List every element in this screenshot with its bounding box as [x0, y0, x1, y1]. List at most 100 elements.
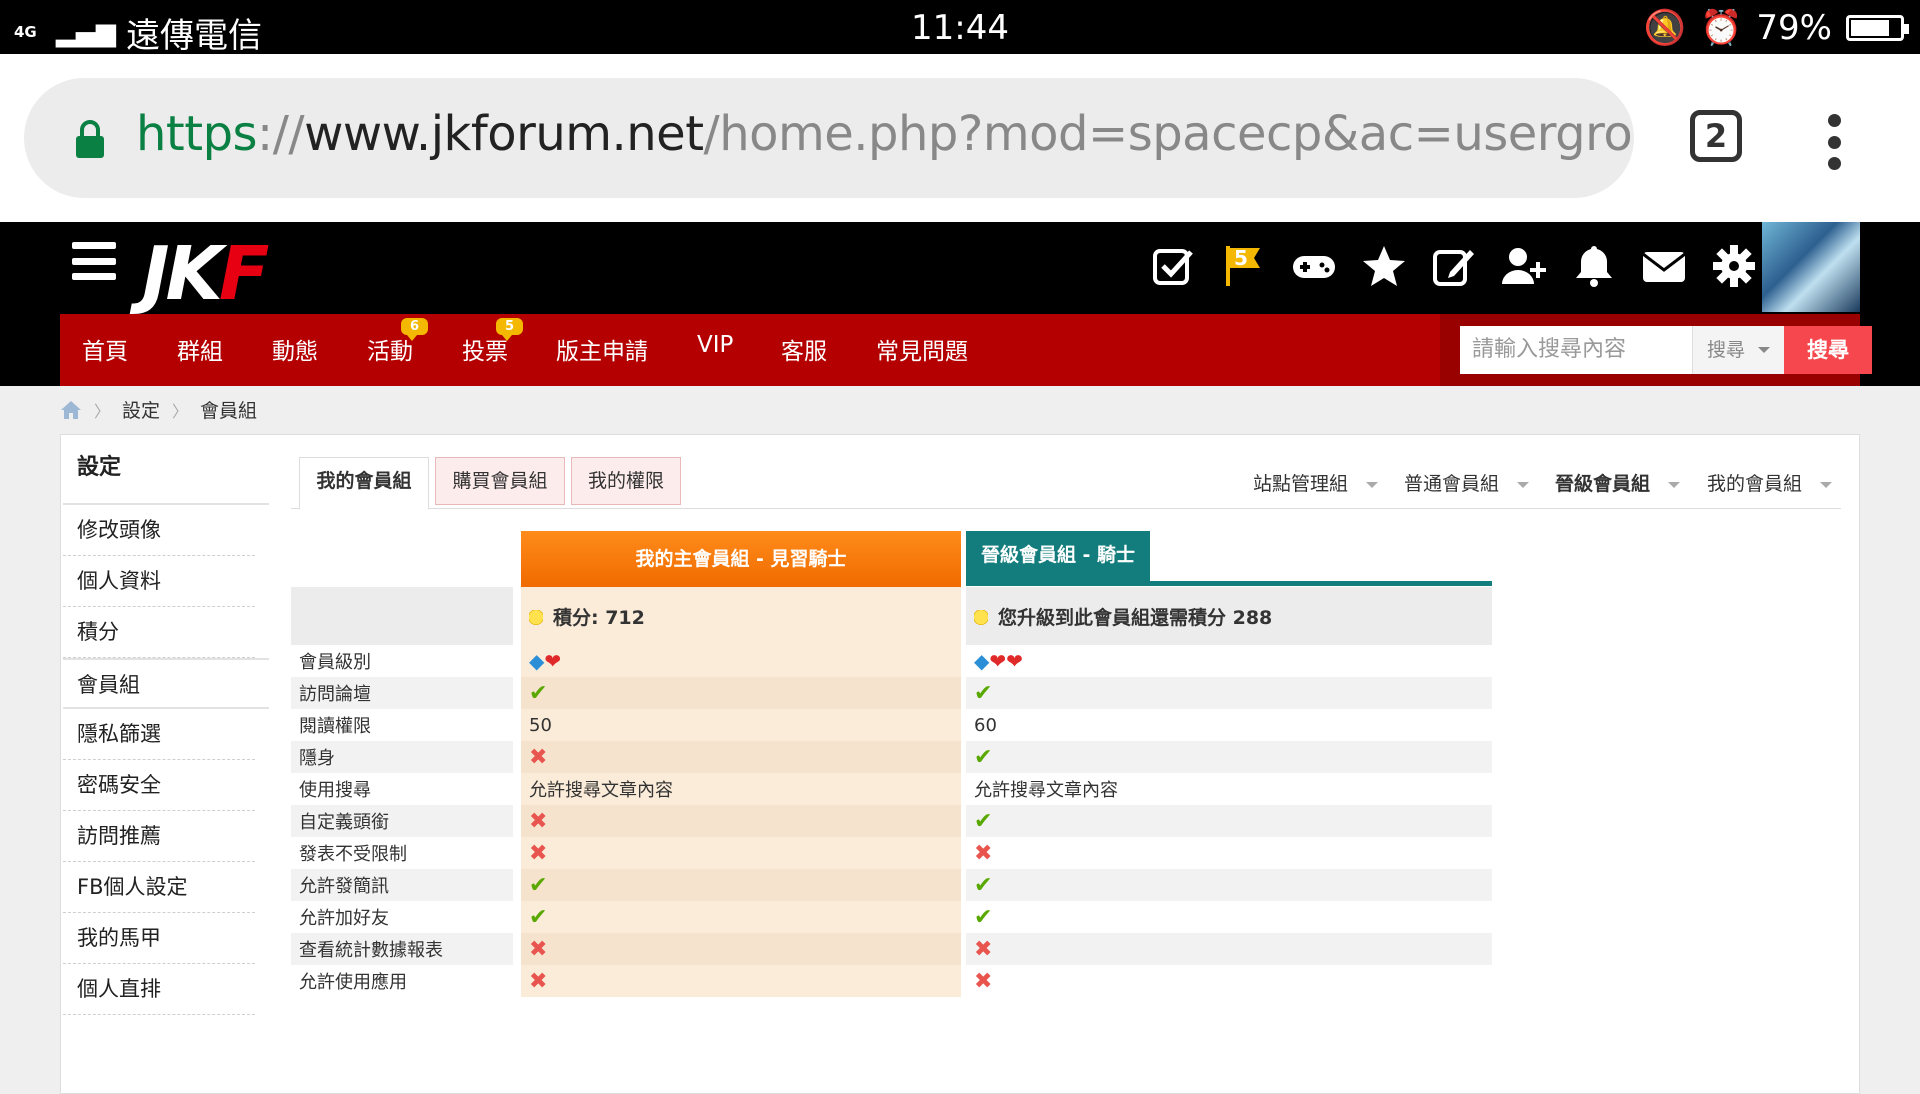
check-icon: ✔: [529, 872, 548, 898]
breadcrumb-settings[interactable]: 設定: [122, 396, 160, 423]
points-row: 積分: 712 您升級到此會員組還需積分 288: [291, 587, 1492, 645]
sidebar-item-avatar[interactable]: 修改頭像: [63, 505, 255, 556]
permission-label: 會員級別: [299, 652, 371, 673]
nav-item-vip[interactable]: VIP: [697, 332, 733, 358]
main-group-value: 50: [521, 709, 961, 741]
cross-icon: ✖: [529, 936, 548, 962]
check-icon: ✔: [974, 872, 993, 898]
sidebar-item-personal-vertical[interactable]: 個人直排: [63, 964, 255, 1015]
search-type-select[interactable]: 搜尋: [1692, 326, 1784, 374]
gear-icon[interactable]: [1710, 242, 1758, 290]
diamond-icon: ◆: [974, 649, 990, 673]
tab-my-permissions[interactable]: 我的權限: [571, 457, 681, 505]
add-friend-icon[interactable]: [1500, 242, 1548, 290]
checkbox-icon[interactable]: [1150, 242, 1198, 290]
nav-item-events[interactable]: 6 活動: [367, 318, 429, 366]
search-bar: 請輸入搜尋內容 搜尋 搜尋: [1440, 314, 1872, 386]
filter-my-group[interactable]: 我的會員組: [1707, 469, 1833, 496]
nav-item-groups[interactable]: 群組: [177, 332, 223, 366]
check-icon: ✔: [974, 744, 993, 770]
cross-icon: ✖: [529, 808, 548, 834]
permission-label: 允許發簡訊: [291, 869, 513, 901]
star-icon[interactable]: [1360, 242, 1408, 290]
tab-buy-usergroup[interactable]: 購買會員組: [435, 457, 565, 505]
main-group-value: 允許搜尋文章內容: [521, 773, 961, 805]
nav-item-moderator-apply[interactable]: 版主申請: [556, 332, 648, 366]
check-icon: ✔: [974, 904, 993, 930]
browser-toolbar: https://www.jkforum.net/home.php?mod=spa…: [0, 54, 1920, 222]
cross-icon: ✖: [974, 936, 993, 962]
breadcrumb-separator: 〉: [94, 401, 111, 421]
upgrade-group-header: 晉級會員組 - 騎士: [966, 531, 1150, 581]
sidebar-item-usergroup[interactable]: 會員組: [63, 658, 269, 709]
main-points-text: 積分: 712: [553, 606, 645, 629]
url-path: /home.php?mod=spacecp&ac=usergroup&gi: [703, 106, 1634, 162]
flag-icon[interactable]: 5: [1220, 242, 1268, 290]
url-text[interactable]: https://www.jkforum.net/home.php?mod=spa…: [136, 106, 1634, 162]
user-avatar[interactable]: [1762, 222, 1860, 312]
home-icon[interactable]: [60, 400, 82, 420]
main-nav: 首頁 群組 動態 6 活動 5 投票 版主申請 VIP 客服 常見問題 請輸入搜尋內…: [60, 314, 1872, 386]
nav-item-support[interactable]: 客服: [781, 332, 827, 366]
search-button[interactable]: 搜尋: [1784, 326, 1872, 374]
sidebar-item-privacy[interactable]: 隱私篩選: [63, 709, 255, 760]
url-scheme: https: [136, 106, 258, 162]
upgrade-group-underline: [966, 581, 1492, 586]
permission-label: 閱讀權限: [299, 716, 371, 737]
permission-label: 自定義頭銜: [291, 805, 513, 837]
permission-label: 允許使用應用: [299, 972, 407, 993]
filter-site-admin[interactable]: 站點管理組: [1253, 469, 1379, 496]
bulb-icon: [529, 610, 543, 628]
sidebar-item-profile[interactable]: 個人資料: [63, 556, 255, 607]
overflow-menu-icon[interactable]: [1825, 114, 1843, 170]
sidebar-item-referral[interactable]: 訪問推薦: [63, 811, 255, 862]
nav-item-polls[interactable]: 5 投票: [462, 318, 524, 366]
sidebar-item-alt-accounts[interactable]: 我的馬甲: [63, 913, 255, 964]
sidebar-title: 設定: [63, 435, 269, 505]
filter-regular-member[interactable]: 普通會員組: [1404, 469, 1530, 496]
chevron-down-icon: [1820, 481, 1833, 488]
table-row: 自定義頭銜 ✖ ✔: [291, 805, 1492, 837]
table-row: 允許發簡訊 ✔ ✔: [291, 869, 1492, 901]
jkf-logo[interactable]: JKF: [142, 234, 269, 314]
upgrade-group-value: ✔: [966, 677, 1492, 709]
url-host: www.jkforum.net: [304, 106, 704, 162]
nav-item-feed[interactable]: 動態: [272, 332, 318, 366]
table-row: 隱身 ✖ ✔: [291, 741, 1492, 773]
breadcrumb-separator: 〉: [172, 401, 189, 421]
upgrade-group-value: ✖: [966, 837, 1492, 869]
tab-switcher-button[interactable]: 2: [1690, 110, 1742, 162]
filter-upgrade-member[interactable]: 晉級會員組: [1555, 469, 1681, 496]
polls-badge: 5: [496, 318, 524, 341]
search-input[interactable]: 請輸入搜尋內容: [1460, 326, 1692, 374]
nav-item-home[interactable]: 首頁: [82, 332, 128, 366]
sidebar-item-password[interactable]: 密碼安全: [63, 760, 255, 811]
upgrade-group-value: ✖: [966, 933, 1492, 965]
mail-icon[interactable]: [1640, 242, 1688, 290]
cross-icon: ✖: [529, 968, 548, 994]
gamepad-icon[interactable]: [1290, 242, 1338, 290]
upgrade-group-value: ✖: [966, 965, 1492, 997]
breadcrumb-usergroup[interactable]: 會員組: [200, 396, 257, 423]
clock: 11:44: [911, 8, 1009, 48]
tab-my-usergroup[interactable]: 我的會員組: [299, 457, 429, 510]
edit-icon[interactable]: [1430, 242, 1478, 290]
chevron-down-icon: [1517, 481, 1530, 488]
address-bar[interactable]: https://www.jkforum.net/home.php?mod=spa…: [24, 78, 1634, 198]
heart-icon: ❤: [544, 649, 562, 673]
main-group-value: ✔: [521, 901, 961, 933]
cross-icon: ✖: [529, 744, 548, 770]
sidebar-item-points[interactable]: 積分: [63, 607, 255, 658]
battery-percent: 79%: [1756, 8, 1832, 48]
cross-icon: ✖: [974, 968, 993, 994]
bell-icon[interactable]: [1570, 242, 1618, 290]
main-group-header: 我的主會員組 - 見習騎士: [521, 531, 961, 587]
upgrade-points-cell: 您升級到此會員組還需積分 288: [966, 587, 1492, 645]
bulb-icon: [974, 610, 988, 628]
nav-item-faq[interactable]: 常見問題: [876, 332, 968, 366]
hamburger-menu-icon[interactable]: [72, 242, 116, 280]
main-group-value: ✖: [521, 741, 961, 773]
battery-icon: [1846, 15, 1909, 41]
sidebar-item-facebook[interactable]: FB個人設定: [63, 862, 255, 913]
breadcrumb: 〉 設定 〉 會員組: [60, 396, 257, 423]
